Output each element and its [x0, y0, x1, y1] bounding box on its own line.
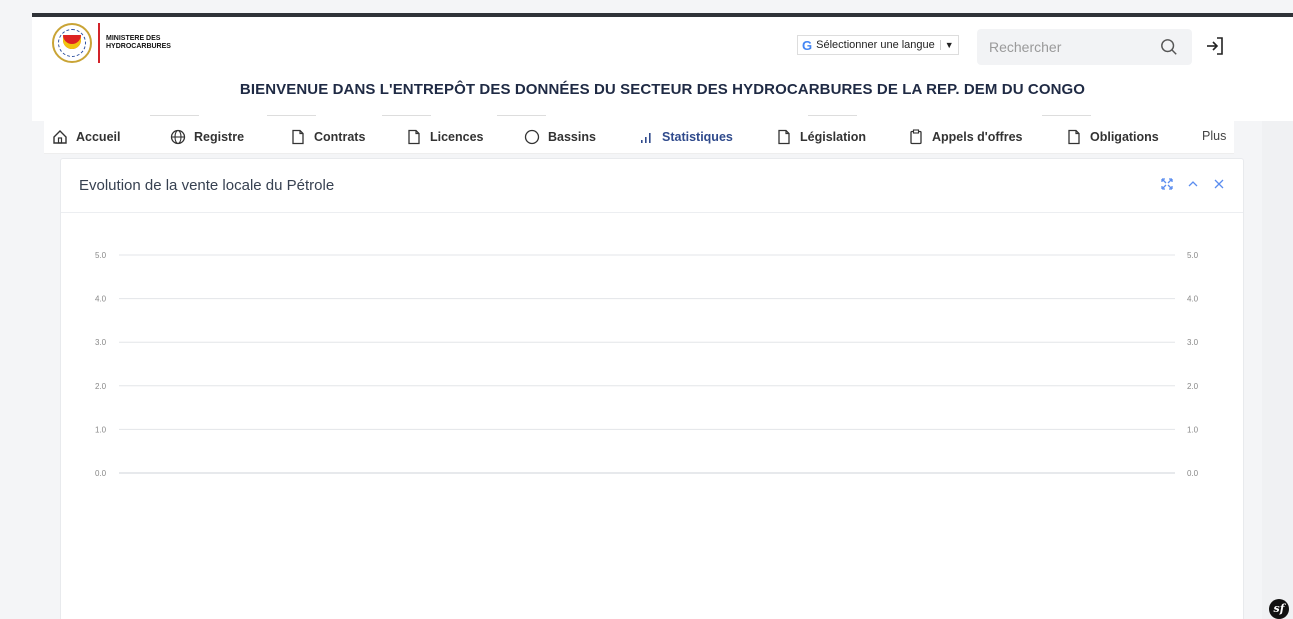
nav-label: Bassins [548, 130, 596, 144]
language-select-label: Sélectionner une langue [816, 39, 935, 51]
ministry-name: MINISTERE DES HYDROCARBURES [106, 35, 186, 51]
nav-label: Législation [800, 130, 866, 144]
nav-label: Plus [1202, 129, 1227, 143]
file-icon [408, 129, 420, 145]
y-tick-label-right: 1.0 [1187, 425, 1199, 434]
logo-divider [98, 23, 100, 63]
main-nav: Accueil Registre Contrats Licences Bassi… [44, 120, 1234, 154]
site-header: MINISTERE DES HYDROCARBURES G Sélectionn… [32, 17, 1293, 121]
y-tick-label-left: 0.0 [95, 469, 107, 478]
login-icon[interactable] [1204, 35, 1226, 57]
symfony-toolbar-icon[interactable]: sf [1269, 599, 1289, 619]
y-tick-label-right: 3.0 [1187, 338, 1199, 347]
nav-item-contrats[interactable]: Contrats [290, 129, 365, 145]
nav-item-registre[interactable]: Registre [170, 129, 244, 145]
line-chart: 5.0 5.0 4.0 4.0 3.0 3.0 2.0 2.0 1.0 1.0 0.0 0.0 [95, 251, 1199, 478]
nav-label: Accueil [76, 130, 121, 144]
y-tick-label-right: 0.0 [1187, 469, 1199, 478]
y-tick-label-right: 4.0 [1187, 295, 1199, 304]
collapse-icon[interactable] [1187, 178, 1199, 190]
bar-chart-icon [641, 133, 651, 143]
file-icon [292, 129, 304, 145]
panel-controls [1161, 178, 1225, 190]
google-icon: G [802, 37, 813, 53]
nav-item-accueil[interactable]: Accueil [52, 129, 120, 145]
y-tick-label-left: 3.0 [95, 338, 107, 347]
ministry-line1: MINISTERE DES [106, 35, 161, 42]
nav-item-obligations[interactable]: Obligations [1066, 129, 1159, 145]
search-box [977, 29, 1192, 65]
home-icon [53, 130, 67, 144]
y-tick-label-left: 5.0 [95, 251, 107, 260]
y-tick-label-left: 1.0 [95, 425, 107, 434]
nav-label: Appels d'offres [932, 130, 1023, 144]
file-icon [778, 129, 790, 145]
globe-icon [170, 129, 186, 145]
caret-down-icon: ▼ [939, 40, 954, 50]
file-icon [1068, 129, 1080, 145]
ministry-logo[interactable]: MINISTERE DES HYDROCARBURES [52, 23, 186, 63]
search-input[interactable] [989, 39, 1139, 55]
search-icon[interactable] [1160, 38, 1178, 56]
circle-icon [524, 129, 540, 145]
panel-header: Evolution de la vente locale du Pétrole [61, 159, 1243, 213]
nav-item-plus[interactable]: Plus [1202, 129, 1226, 143]
clipboard-icon [910, 129, 922, 145]
nav-item-legislation[interactable]: Législation [776, 129, 866, 145]
close-icon[interactable] [1213, 178, 1225, 190]
nav-label: Contrats [314, 130, 366, 144]
language-select[interactable]: G Sélectionner une langue ▼ [797, 35, 959, 55]
nav-item-statistiques[interactable]: Statistiques [638, 129, 733, 145]
chart-panel: Evolution de la vente locale du Pétrole … [60, 158, 1244, 619]
fullscreen-icon[interactable] [1161, 178, 1173, 190]
nav-item-licences[interactable]: Licences [406, 129, 484, 145]
y-tick-label-left: 2.0 [95, 382, 107, 391]
nav-label: Statistiques [662, 130, 733, 144]
page-gutter [1262, 120, 1293, 619]
nav-item-appels-offres[interactable]: Appels d'offres [908, 129, 1023, 145]
nav-item-bassins[interactable]: Bassins [524, 129, 596, 145]
nav-label: Obligations [1090, 130, 1159, 144]
y-tick-label-left: 4.0 [95, 295, 107, 304]
ministry-line2: HYDROCARBURES [106, 43, 171, 50]
site-title: BIENVENUE DANS L'ENTREPÔT DES DONNÉES DU… [239, 81, 1086, 98]
y-tick-label-right: 5.0 [1187, 251, 1199, 260]
coat-of-arms-seal [52, 23, 92, 63]
y-tick-label-right: 2.0 [1187, 382, 1199, 391]
panel-title: Evolution de la vente locale du Pétrole [79, 177, 335, 194]
nav-label: Registre [194, 130, 245, 144]
nav-label: Licences [430, 130, 484, 144]
